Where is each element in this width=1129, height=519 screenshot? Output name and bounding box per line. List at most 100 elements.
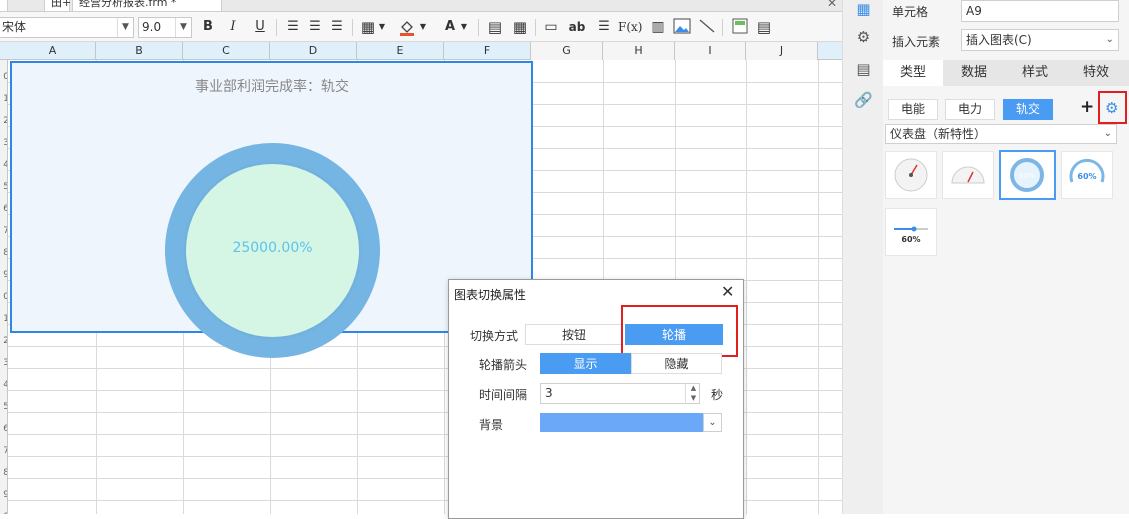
dial-gauge-thumb[interactable] [885,151,937,199]
chart-icon[interactable]: ▥ [648,18,668,36]
row-number[interactable]: 5 [0,402,7,412]
row-number[interactable]: 4 [0,160,7,170]
tab-overflow[interactable] [0,0,8,11]
tab-report-file-label: 经营分析报表.frm * [79,0,177,9]
chevron-down-icon[interactable]: ▼ [417,18,429,36]
text-field-icon[interactable]: ▭ [541,18,561,36]
row-number[interactable]: 0 [0,292,7,302]
tab-data[interactable]: 数据 [944,60,1004,86]
slider-gauge-thumb[interactable]: 60% [885,208,937,256]
toolbar-divider [352,19,353,36]
highlight-box [621,305,738,357]
column-header-i[interactable]: I [675,42,746,60]
chart-pill-energy[interactable]: 电能 [888,99,938,120]
insert-element-label: 插入元素 [892,35,941,49]
chart-pill-rail[interactable]: 轨交 [1003,99,1053,120]
column-header-bar: ABCDEFGHIJ [0,42,842,60]
image-icon[interactable] [672,18,692,36]
cell-properties-icon[interactable]: ▦ [854,0,873,19]
row-number[interactable]: 2 [0,116,7,126]
row-number[interactable]: 1 [0,94,7,104]
formula-button[interactable]: F(x) [618,18,642,36]
border-icon[interactable]: ▦ [358,18,378,36]
row-number[interactable]: 4 [0,380,7,390]
arc-gauge-thumb[interactable]: 60% [1061,151,1113,199]
column-header-h[interactable]: H [603,42,675,60]
widget-icon[interactable] [730,18,750,36]
row-number[interactable]: 1 [0,314,7,324]
fill-color-icon[interactable] [397,18,417,36]
ring-gauge-thumb[interactable]: 60% [999,150,1056,200]
row-number[interactable]: 8 [0,468,7,478]
layout-icon[interactable]: ▤ [754,18,774,36]
row-number[interactable]: 6 [0,204,7,214]
widget-settings-icon[interactable]: ⚙ [854,28,873,47]
new-tab-button[interactable]: 田+ [44,0,71,11]
row-number[interactable]: 3 [0,358,7,368]
slash-icon[interactable] [697,18,717,36]
tab-report-file[interactable]: 经营分析报表.frm * [72,0,222,11]
column-header-e[interactable]: E [357,42,444,60]
chevron-down-icon[interactable]: ⌄ [703,413,722,432]
row-number[interactable]: 7 [0,226,7,236]
arrow-show-option[interactable]: 显示 [540,353,631,374]
arrow-hide-option[interactable]: 隐藏 [631,353,722,374]
underline-button[interactable]: U [250,18,270,36]
tab-effects[interactable]: 特效 [1066,60,1126,86]
toolbar-divider [535,19,536,36]
chart-type-value: 仪表盘（新特性） [890,127,987,141]
italic-button[interactable]: I [223,18,243,36]
semi-dial-gauge-thumb[interactable] [942,151,994,199]
column-header-b[interactable]: B [96,42,183,60]
row-number[interactable]: 2 [0,336,7,346]
insert-element-select[interactable]: 插入图表(C) ⌄ [961,29,1119,51]
row-number[interactable]: 7 [0,446,7,456]
table-icon[interactable]: ▦ [510,18,530,36]
paragraph-icon[interactable]: ☰ [594,18,614,36]
bold-button[interactable]: B [198,18,218,36]
row-number[interactable]: 0 [0,72,7,82]
row-number[interactable]: 6 [0,424,7,434]
column-header-f[interactable]: F [444,42,531,60]
interval-stepper[interactable]: ▲ ▼ [685,383,701,404]
merge-cells-icon[interactable]: ▤ [485,18,505,36]
interval-label: 时间间隔 [479,388,528,402]
side-icon-bar: ▦ ⚙ ▤ 🔗 [842,0,883,514]
cell-field[interactable]: A9 [961,0,1119,22]
chart-switch-dialog: 图表切换属性 ✕ 切换方式 按钮 轮播 轮播箭头 显示 隐藏 时间间隔 3 ▲ ▼… [448,279,744,519]
row-number[interactable]: 8 [0,248,7,258]
add-chart-button[interactable]: + [1080,97,1094,117]
switch-mode-button-option[interactable]: 按钮 [525,324,623,345]
font-family-select[interactable]: 宋体 ▼ [0,17,134,38]
column-header-g[interactable]: G [531,42,603,60]
chart-type-select[interactable]: 仪表盘（新特性） ⌄ [885,124,1117,144]
text-color-button[interactable]: A [440,18,460,36]
interval-input[interactable]: 3 [540,383,700,404]
font-size-select[interactable]: 9.0 ▼ [138,17,192,38]
row-number[interactable]: 9 [0,490,7,500]
svg-text:60%: 60% [1077,172,1096,181]
condition-icon[interactable]: ▤ [854,60,873,79]
align-left-icon[interactable]: ☰ [283,18,303,36]
hyperlink-icon[interactable]: 🔗 [854,91,873,110]
tab-style[interactable]: 样式 [1005,60,1065,86]
background-color-swatch[interactable] [540,413,703,432]
tab-type[interactable]: 类型 [883,60,943,86]
column-header-j[interactable]: J [746,42,818,60]
row-number[interactable]: 9 [0,270,7,280]
close-icon[interactable]: ✕ [827,0,837,10]
column-header-d[interactable]: D [270,42,357,60]
chart-pill-power[interactable]: 电力 [945,99,995,120]
close-icon[interactable]: ✕ [721,282,734,301]
column-header-c[interactable]: C [183,42,270,60]
chevron-down-icon[interactable]: ▼ [376,18,388,36]
row-number[interactable]: 5 [0,182,7,192]
chevron-down-icon[interactable]: ▼ [458,18,470,36]
column-header-a[interactable]: A [10,42,96,60]
abc-text-button[interactable]: ab [566,18,588,36]
gauge-value-label: 25000.00% [232,240,313,256]
align-right-icon[interactable]: ☰ [327,18,347,36]
row-number[interactable]: 3 [0,138,7,148]
align-center-icon[interactable]: ☰ [305,18,325,36]
grid-column-line [818,60,819,514]
